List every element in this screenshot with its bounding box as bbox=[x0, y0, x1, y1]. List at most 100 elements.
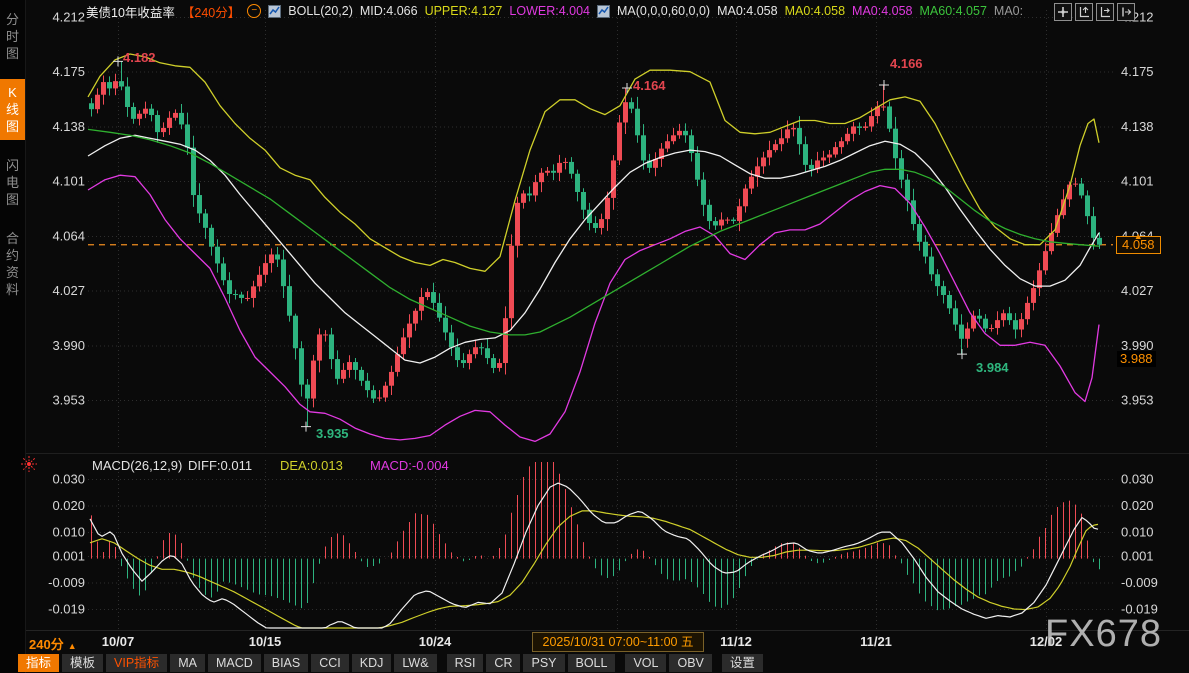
svg-text:DEA:0.013: DEA:0.013 bbox=[280, 458, 343, 473]
svg-text:4.164: 4.164 bbox=[633, 78, 666, 93]
toolbar-button-CR[interactable]: CR bbox=[486, 654, 520, 672]
scale-y-axis-button[interactable] bbox=[1075, 3, 1093, 21]
svg-text:4.064: 4.064 bbox=[52, 228, 85, 243]
indicator-chart-icon bbox=[268, 5, 281, 18]
sidebar-item-0[interactable]: 分时图 bbox=[0, 6, 25, 67]
chevron-up-icon: ▲ bbox=[68, 641, 77, 651]
indicator-toolbar: 指标模板VIP指标MAMACDBIASCCIKDJLW&RSICRPSYBOLL… bbox=[18, 654, 763, 673]
session-low-tag: 3.988 bbox=[1117, 351, 1156, 367]
candlestick-series bbox=[89, 61, 1102, 426]
toolbar-button-指标[interactable]: 指标 bbox=[18, 654, 59, 672]
svg-text:4.027: 4.027 bbox=[52, 283, 85, 298]
jump-to-latest-icon bbox=[1120, 6, 1132, 18]
period-tag: 【240分】 bbox=[182, 2, 240, 21]
ma-params-label: MA(0,0,0,60,0,0) bbox=[617, 4, 710, 18]
axis-labels: 4.2124.2124.1754.1754.1384.1384.1014.101… bbox=[48, 10, 1158, 617]
x-axis-label: 10/24 bbox=[419, 634, 452, 649]
svg-text:4.101: 4.101 bbox=[52, 174, 85, 189]
ma-value: MA0: bbox=[994, 4, 1023, 18]
x-axis-label: 11/21 bbox=[860, 634, 892, 649]
ma-value: MA0:4.058 bbox=[785, 4, 845, 18]
toolbar-button-BIAS[interactable]: BIAS bbox=[264, 654, 309, 672]
svg-text:4.138: 4.138 bbox=[1121, 119, 1154, 134]
boll-label: BOLL(20,2) bbox=[288, 4, 353, 18]
svg-text:4.027: 4.027 bbox=[1121, 283, 1154, 298]
svg-text:0.010: 0.010 bbox=[52, 525, 85, 540]
svg-text:3.953: 3.953 bbox=[1121, 393, 1154, 408]
x-axis-label: 11/12 bbox=[720, 634, 752, 649]
svg-text:4.182: 4.182 bbox=[123, 50, 156, 65]
ma-value: MA60:4.057 bbox=[920, 4, 987, 18]
line-diff bbox=[90, 483, 1098, 628]
ma-value: MA0:4.058 bbox=[717, 4, 777, 18]
svg-text:0.030: 0.030 bbox=[1121, 472, 1154, 487]
scale-y-axis-icon bbox=[1078, 6, 1090, 18]
toolbar-button-模板[interactable]: 模板 bbox=[62, 654, 103, 672]
toolbar-button-MA[interactable]: MA bbox=[170, 654, 205, 672]
svg-text:-0.009: -0.009 bbox=[48, 575, 85, 590]
macd-header: MACD(26,12,9)DIFF:0.011DEA:0.013MACD:-0.… bbox=[92, 458, 449, 473]
x-axis-label: 10/15 bbox=[249, 634, 282, 649]
crosshair-move-icon bbox=[1057, 6, 1069, 18]
scale-x-axis-button[interactable] bbox=[1096, 3, 1114, 21]
period-selector[interactable]: 240分▲ bbox=[29, 634, 77, 653]
svg-text:4.175: 4.175 bbox=[52, 64, 85, 79]
sidebar-item-2[interactable]: 闪电图 bbox=[0, 152, 25, 213]
svg-text:MACD:-0.004: MACD:-0.004 bbox=[370, 458, 449, 473]
x-axis-label: 10/07 bbox=[102, 634, 135, 649]
svg-text:0.001: 0.001 bbox=[1121, 549, 1154, 564]
boll-mid-value: MID:4.066 bbox=[360, 4, 418, 18]
boll-lower-value: LOWER:4.004 bbox=[509, 4, 590, 18]
ma-values: MA0:4.058 MA0:4.058 MA0:4.058 MA60:4.057 MA0… bbox=[717, 4, 1023, 18]
svg-text:3.953: 3.953 bbox=[52, 393, 85, 408]
toolbar-button-VOL[interactable]: VOL bbox=[625, 654, 666, 672]
svg-text:4.175: 4.175 bbox=[1121, 64, 1154, 79]
boll-upper-value: UPPER:4.127 bbox=[425, 4, 503, 18]
toolbar-button-VIP指标[interactable]: VIP指标 bbox=[106, 654, 167, 672]
jump-to-latest-button[interactable] bbox=[1117, 3, 1135, 21]
toolbar-button-MACD[interactable]: MACD bbox=[208, 654, 261, 672]
toolbar-button-PSY[interactable]: PSY bbox=[523, 654, 564, 672]
svg-text:3.984: 3.984 bbox=[976, 360, 1009, 375]
toolbar-button-CCI[interactable]: CCI bbox=[311, 654, 349, 672]
toolbar-button-RSI[interactable]: RSI bbox=[447, 654, 484, 672]
overlay-lines bbox=[88, 54, 1099, 441]
svg-text:-0.009: -0.009 bbox=[1121, 575, 1158, 590]
svg-text:0.030: 0.030 bbox=[52, 472, 85, 487]
toolbar-button-LW&[interactable]: LW& bbox=[394, 654, 436, 672]
toolbar-button-BOLL[interactable]: BOLL bbox=[568, 654, 616, 672]
line-upper bbox=[88, 54, 1099, 271]
svg-text:0.020: 0.020 bbox=[52, 498, 85, 513]
sidebar: 分时图 K线图闪电图合约资料 bbox=[0, 0, 26, 673]
price-up-arrow-icon: ▲ bbox=[1134, 228, 1143, 244]
sidebar-item-3[interactable]: 合约资料 bbox=[0, 225, 25, 303]
svg-text:4.101: 4.101 bbox=[1121, 174, 1154, 189]
svg-text:4.138: 4.138 bbox=[52, 119, 85, 134]
toolbar-button-KDJ[interactable]: KDJ bbox=[352, 654, 392, 672]
svg-text:3.935: 3.935 bbox=[316, 426, 349, 441]
toolbar-button-设置[interactable]: 设置 bbox=[722, 654, 763, 672]
indicator-chart-icon bbox=[597, 5, 610, 18]
collapse-indicator-icon[interactable]: − bbox=[247, 4, 261, 18]
instrument-title: 美债10年收益率 bbox=[86, 2, 175, 21]
macd-histogram bbox=[92, 462, 1100, 610]
chart-tool-buttons bbox=[1054, 3, 1135, 21]
svg-text:0.010: 0.010 bbox=[1121, 525, 1154, 540]
svg-text:DIFF:0.011: DIFF:0.011 bbox=[188, 458, 252, 473]
scale-x-axis-icon bbox=[1099, 6, 1111, 18]
x-axis-label: 12/02 bbox=[1030, 634, 1063, 649]
toolbar-button-OBV[interactable]: OBV bbox=[669, 654, 711, 672]
svg-text:3.990: 3.990 bbox=[52, 338, 85, 353]
svg-text:-0.019: -0.019 bbox=[1121, 602, 1158, 617]
sidebar-item-1[interactable]: K线图 bbox=[0, 79, 25, 140]
alert-burst-icon[interactable] bbox=[20, 455, 38, 473]
last-price-tag: ▲ 4.058 bbox=[1116, 236, 1161, 254]
crosshair-move-button[interactable] bbox=[1054, 3, 1072, 21]
hovered-bar-datetime: 2025/10/31 07:00~11:00 五 bbox=[532, 632, 704, 652]
trading-app-window: 4.2124.2124.1754.1754.1384.1384.1014.101… bbox=[0, 0, 1189, 673]
x-axis-bar: 240分▲ 2025/10/31 07:00~11:00 五 10/07 10/1… bbox=[25, 630, 1189, 654]
svg-text:4.166: 4.166 bbox=[890, 56, 923, 71]
svg-text:-0.019: -0.019 bbox=[48, 602, 85, 617]
ma-value: MA0:4.058 bbox=[852, 4, 912, 18]
kline-chart-canvas[interactable]: 4.2124.2124.1754.1754.1384.1384.1014.101… bbox=[0, 0, 1189, 632]
